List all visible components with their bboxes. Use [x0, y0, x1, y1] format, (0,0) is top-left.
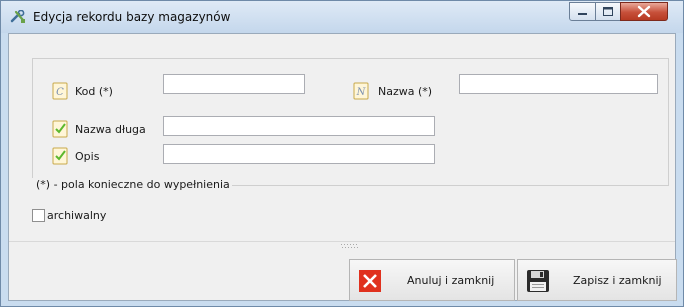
required-note: (*) - pola konieczne do wypełnienia: [32, 178, 232, 191]
opis-input[interactable]: [163, 144, 435, 164]
dialog-content: (*) - pola konieczne do wypełnienia C Ko…: [8, 33, 677, 301]
opis-label: Opis: [75, 150, 100, 163]
maximize-icon: [603, 7, 613, 16]
svg-text:C: C: [56, 87, 64, 98]
save-button[interactable]: Zapisz i zamknij: [517, 259, 677, 301]
nazwa-dluga-label: Nazwa długa: [75, 123, 146, 136]
maximize-button[interactable]: [595, 2, 621, 21]
cancel-label: Anuluj i zamknij: [407, 274, 495, 287]
checkmark-icon: [52, 147, 68, 165]
nazwa-label: Nazwa (*): [378, 85, 433, 98]
checkmark-icon: [52, 120, 68, 138]
window-title: Edycja rekordu bazy magazynów: [33, 10, 231, 24]
archival-checkbox[interactable]: [32, 209, 45, 222]
close-icon: [637, 5, 651, 18]
nazwa-dluga-input[interactable]: [163, 116, 435, 136]
panel-splitter[interactable]: [9, 241, 675, 242]
nazwa-input[interactable]: [459, 74, 658, 94]
dialog-window: Edycja rekordu bazy magazynów (*) - pola…: [0, 0, 684, 307]
name-icon: N: [353, 82, 369, 100]
svg-text:N: N: [356, 87, 367, 98]
kod-label: Kod (*): [75, 85, 113, 98]
save-label: Zapisz i zamknij: [573, 274, 662, 287]
tools-icon: [10, 10, 25, 23]
grip-icon[interactable]: [341, 244, 359, 249]
minimize-button[interactable]: [569, 2, 596, 21]
code-icon: C: [52, 82, 68, 100]
kod-input[interactable]: [163, 74, 305, 94]
floppy-disk-icon: [527, 270, 549, 292]
cancel-icon: [359, 270, 381, 292]
archival-label[interactable]: archiwalny: [47, 209, 106, 222]
cancel-button[interactable]: Anuluj i zamknij: [349, 259, 515, 301]
title-bar[interactable]: Edycja rekordu bazy magazynów: [1, 1, 683, 33]
minimize-icon: [578, 13, 587, 15]
close-button[interactable]: [620, 2, 668, 21]
